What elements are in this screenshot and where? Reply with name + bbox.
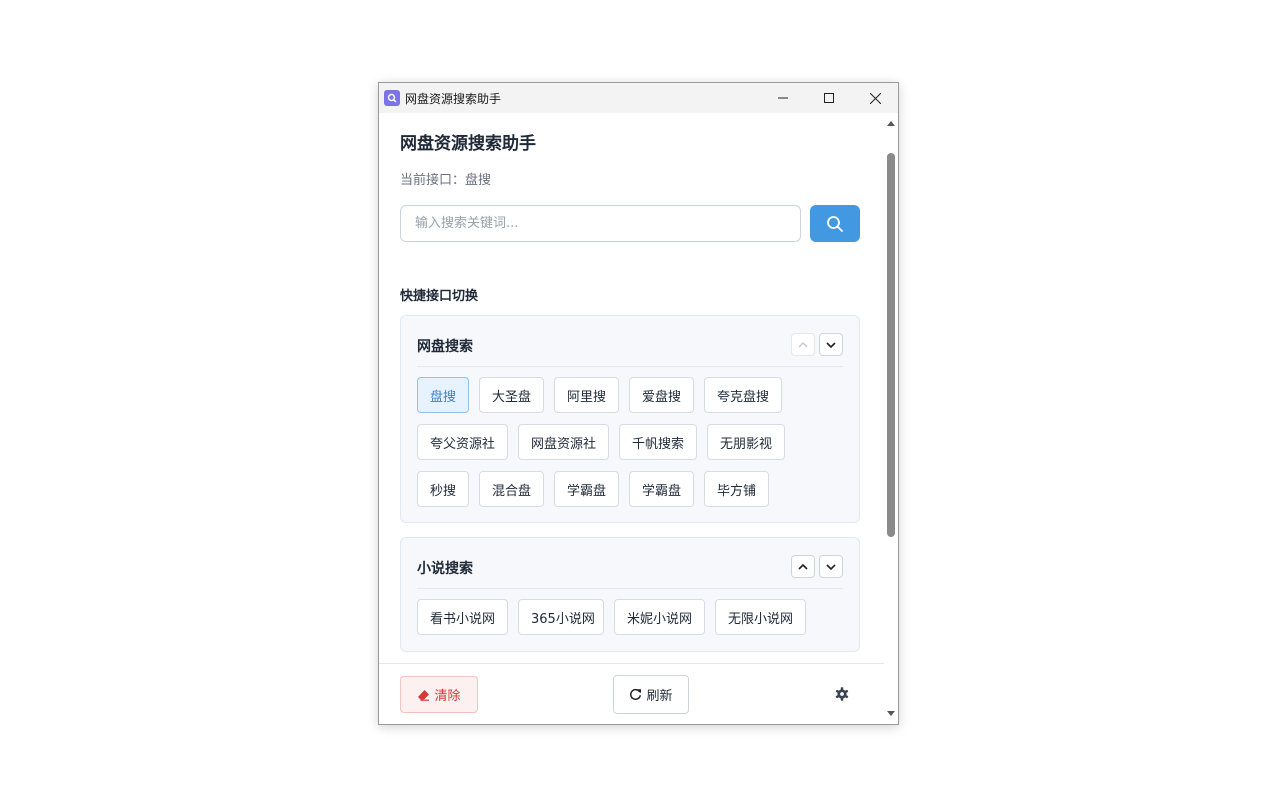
chevron-down-icon xyxy=(826,563,836,570)
minimize-button[interactable] xyxy=(760,83,806,113)
scroll-thumb[interactable] xyxy=(887,153,895,537)
api-chip[interactable]: 阿里搜 xyxy=(554,377,619,413)
main-content: 网盘资源搜索助手 当前接口：盘搜 快捷接口切换 网盘搜索 盘搜 大圣盘 阿里搜 … xyxy=(379,113,884,663)
api-chip[interactable]: 网盘资源社 xyxy=(518,424,609,460)
window-title: 网盘资源搜索助手 xyxy=(405,91,502,106)
move-down-button[interactable] xyxy=(819,555,843,578)
api-chip[interactable]: 无限小说网 xyxy=(715,599,806,635)
footer-bar: 清除 刷新 xyxy=(379,663,884,724)
quick-switch-heading: 快捷接口切换 xyxy=(400,289,479,304)
settings-button[interactable] xyxy=(834,686,850,702)
scroll-down-arrow-icon[interactable] xyxy=(887,711,895,716)
title-bar[interactable]: 网盘资源搜索助手 xyxy=(379,83,898,113)
app-window: 网盘资源搜索助手 网盘资源搜索助手 当前接口：盘搜 快捷接口切换 网盘搜索 xyxy=(378,82,899,725)
search-input[interactable] xyxy=(400,205,801,242)
api-chip[interactable]: 混合盘 xyxy=(479,471,544,507)
search-icon xyxy=(827,215,843,232)
maximize-icon xyxy=(824,93,834,103)
refresh-button[interactable]: 刷新 xyxy=(613,675,689,714)
api-chip[interactable]: 学霸盘 xyxy=(554,471,619,507)
group-title: 小说搜索 xyxy=(417,561,473,577)
api-chip[interactable]: 无朋影视 xyxy=(707,424,785,460)
group-header: 小说搜索 xyxy=(417,538,843,589)
group-novel-search: 小说搜索 看书小说网 365小说网 米妮小说网 无限小说网 xyxy=(400,537,860,652)
scroll-up-arrow-icon[interactable] xyxy=(887,121,895,126)
move-down-button[interactable] xyxy=(819,333,843,356)
page-title: 网盘资源搜索助手 xyxy=(400,134,536,154)
current-api-label: 当前接口：盘搜 xyxy=(400,173,492,188)
maximize-button[interactable] xyxy=(806,83,852,113)
vertical-scrollbar[interactable] xyxy=(884,113,898,724)
api-chip[interactable]: 看书小说网 xyxy=(417,599,508,635)
group-title: 网盘搜索 xyxy=(417,339,473,355)
chevron-up-icon xyxy=(798,563,808,570)
api-chip[interactable]: 365小说网 xyxy=(518,599,604,635)
chevron-up-icon xyxy=(798,341,808,347)
api-chip-list: 盘搜 大圣盘 阿里搜 爱盘搜 夸克盘搜 夸父资源社 网盘资源社 千帆搜索 无朋影… xyxy=(417,377,845,507)
clear-label: 清除 xyxy=(434,689,461,704)
refresh-icon xyxy=(630,688,642,700)
refresh-label: 刷新 xyxy=(646,689,673,704)
minimize-icon xyxy=(778,97,788,99)
group-netdisk-search: 网盘搜索 盘搜 大圣盘 阿里搜 爱盘搜 夸克盘搜 夸父资源社 网盘资源社 千帆搜… xyxy=(400,315,860,523)
eraser-icon xyxy=(418,689,430,701)
close-button[interactable] xyxy=(852,83,898,113)
api-chip[interactable]: 米妮小说网 xyxy=(614,599,705,635)
chevron-down-icon xyxy=(826,341,836,348)
move-up-button[interactable] xyxy=(791,555,815,578)
api-chip[interactable]: 大圣盘 xyxy=(479,377,544,413)
gear-icon xyxy=(835,687,849,701)
api-chip[interactable]: 夸父资源社 xyxy=(417,424,508,460)
clear-button[interactable]: 清除 xyxy=(400,676,478,713)
api-chip[interactable]: 学霸盘 xyxy=(629,471,694,507)
group-header: 网盘搜索 xyxy=(417,316,843,367)
close-icon xyxy=(869,92,881,104)
api-chip[interactable]: 千帆搜索 xyxy=(619,424,697,460)
app-search-icon xyxy=(384,90,400,106)
api-chip-list: 看书小说网 365小说网 米妮小说网 无限小说网 xyxy=(417,599,845,635)
api-chip[interactable]: 盘搜 xyxy=(417,377,469,413)
search-button[interactable] xyxy=(810,205,860,242)
move-up-button[interactable] xyxy=(791,333,815,356)
api-chip[interactable]: 秒搜 xyxy=(417,471,469,507)
api-chip[interactable]: 夸克盘搜 xyxy=(704,377,782,413)
api-chip[interactable]: 爱盘搜 xyxy=(629,377,694,413)
api-chip[interactable]: 毕方铺 xyxy=(704,471,769,507)
